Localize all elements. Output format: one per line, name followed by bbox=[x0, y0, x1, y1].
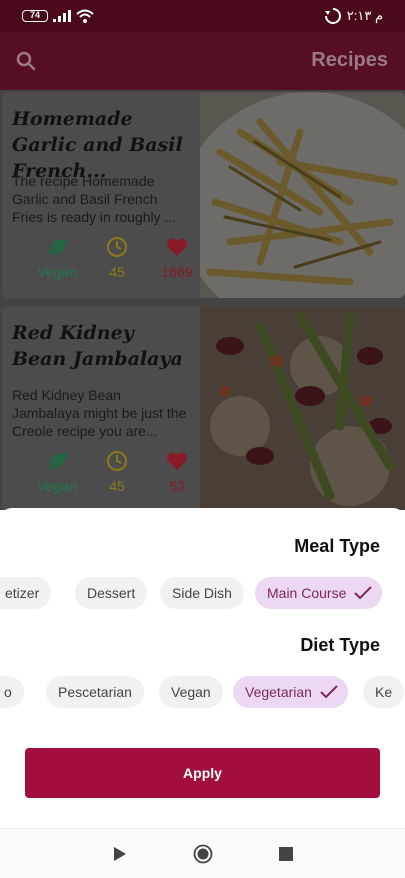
apply-button[interactable]: Apply bbox=[25, 748, 380, 798]
diet-type-chips[interactable]: o Pescetarian Vegan Vegetarian Ke bbox=[0, 676, 405, 710]
recipe-image bbox=[200, 92, 405, 298]
heart-icon bbox=[167, 452, 187, 470]
recipe-card[interactable]: Red Kidney Bean Jambalaya Red Kidney Bea… bbox=[2, 306, 405, 510]
recipe-info: Homemade Garlic and Basil French... The … bbox=[2, 92, 200, 298]
recipe-stats: Vegan 45 1669 bbox=[32, 236, 202, 280]
chip-label: Vegetarian bbox=[245, 684, 312, 700]
recipe-list: Homemade Garlic and Basil French... The … bbox=[0, 90, 405, 510]
chip-keto[interactable]: Ke bbox=[363, 676, 405, 708]
vegan-stat: Vegan bbox=[32, 450, 82, 494]
search-icon[interactable] bbox=[14, 49, 38, 73]
recipe-image bbox=[200, 306, 405, 510]
home-icon[interactable] bbox=[193, 844, 213, 864]
leaf-icon bbox=[48, 453, 66, 470]
chip-pescetarian[interactable]: Pescetarian bbox=[46, 676, 144, 708]
rotate-icon bbox=[324, 8, 341, 24]
clock-icon bbox=[107, 237, 127, 257]
app-bar: Recipes bbox=[0, 32, 405, 90]
diet-type-title: Diet Type bbox=[300, 635, 380, 655]
meal-type-title: Meal Type bbox=[294, 536, 380, 556]
check-icon bbox=[320, 685, 338, 699]
battery-icon: 74 bbox=[22, 10, 48, 22]
recipe-card[interactable]: Homemade Garlic and Basil French... The … bbox=[2, 92, 405, 298]
vegan-stat: Vegan bbox=[32, 236, 82, 280]
diet-label: Vegan bbox=[37, 478, 77, 494]
chip-main-course[interactable]: Main Course bbox=[255, 577, 383, 609]
chip-label: Main Course bbox=[267, 585, 347, 601]
page-title: Recipes bbox=[311, 49, 388, 71]
wifi-icon bbox=[76, 9, 94, 23]
recents-icon[interactable] bbox=[279, 847, 293, 861]
diet-label: Vegan bbox=[37, 264, 77, 280]
chip-side-dish[interactable]: Side Dish bbox=[160, 577, 244, 609]
clock: ۲:۱۳ م bbox=[346, 8, 383, 23]
chip-appetizer[interactable]: etizer bbox=[0, 577, 52, 609]
filter-bottom-sheet: Meal Type etizer Dessert Side Dish Main … bbox=[0, 508, 405, 828]
meal-type-chips[interactable]: etizer Dessert Side Dish Main Course bbox=[0, 577, 405, 611]
leaf-icon bbox=[48, 239, 66, 256]
chip-paleo[interactable]: o bbox=[0, 676, 24, 708]
chip-vegetarian[interactable]: Vegetarian bbox=[233, 676, 348, 708]
heart-icon bbox=[167, 238, 187, 256]
check-icon bbox=[354, 586, 373, 600]
recipe-description: Red Kidney Bean Jambalaya might be just … bbox=[12, 387, 187, 439]
signal-icon bbox=[53, 10, 71, 22]
likes-value: 1669 bbox=[161, 264, 193, 280]
recipe-stats: Vegan 45 53 bbox=[32, 450, 202, 494]
status-bar: 74 ۲:۱۳ م bbox=[0, 0, 405, 32]
recipe-description: The recipe Homemade Garlic and Basil Fre… bbox=[12, 173, 177, 225]
recipe-title: Red Kidney Bean Jambalaya bbox=[12, 322, 183, 370]
recipe-info: Red Kidney Bean Jambalaya Red Kidney Bea… bbox=[2, 306, 200, 510]
likes-stat: 53 bbox=[152, 450, 202, 494]
system-nav-bar bbox=[0, 828, 405, 878]
chip-dessert[interactable]: Dessert bbox=[75, 577, 148, 609]
time-stat: 45 bbox=[92, 236, 142, 280]
back-icon[interactable] bbox=[111, 845, 129, 863]
time-value: 45 bbox=[109, 264, 125, 280]
chip-vegan[interactable]: Vegan bbox=[159, 676, 223, 708]
time-stat: 45 bbox=[92, 450, 142, 494]
clock-icon bbox=[107, 451, 127, 471]
likes-value: 53 bbox=[169, 478, 185, 494]
time-value: 45 bbox=[109, 478, 125, 494]
likes-stat: 1669 bbox=[152, 236, 202, 280]
